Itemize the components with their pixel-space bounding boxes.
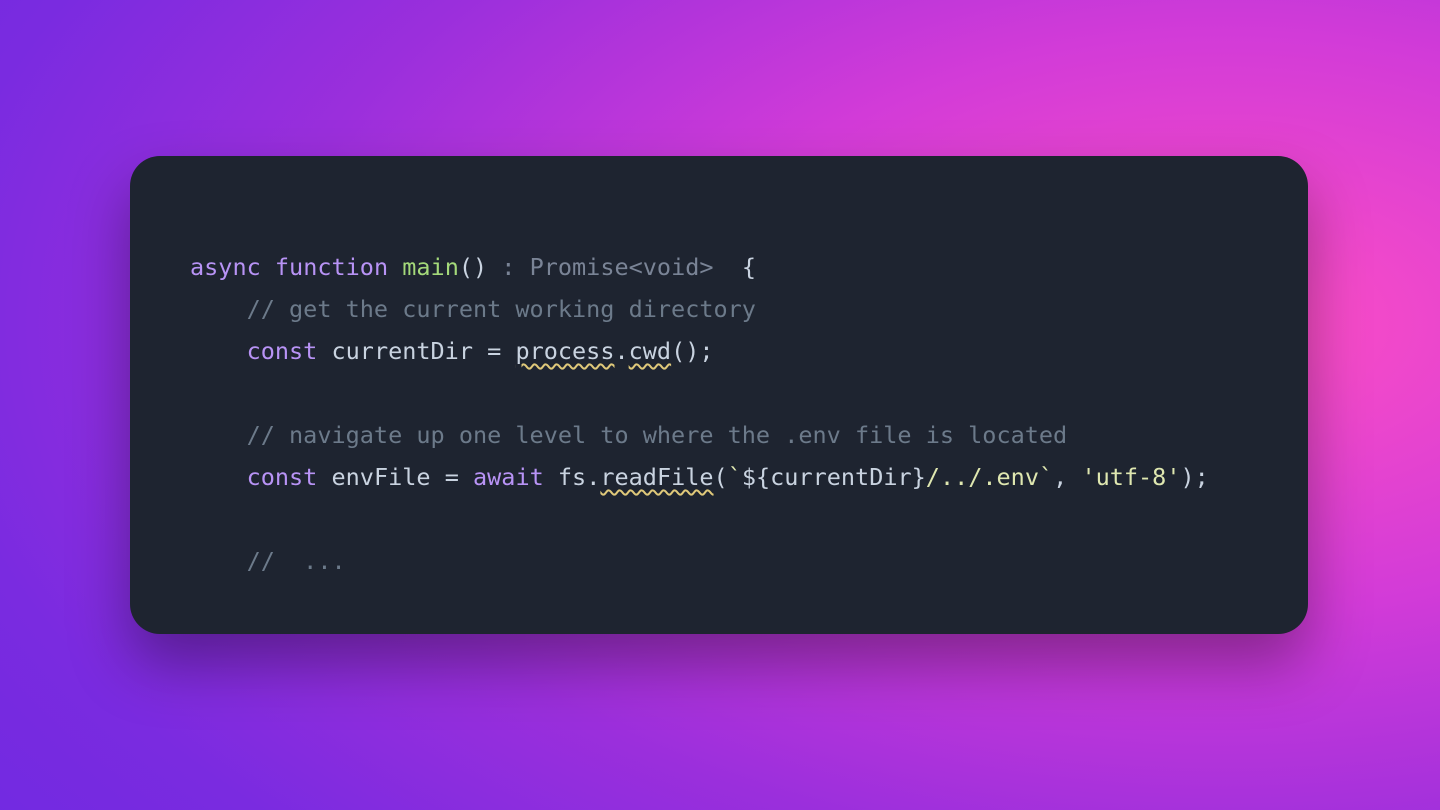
- space: [544, 463, 558, 491]
- backtick-open: `: [728, 463, 742, 491]
- open-brace: {: [714, 253, 756, 281]
- type-hint: Promise<void>: [530, 253, 714, 281]
- dot: .: [614, 337, 628, 365]
- comma: ,: [1053, 463, 1081, 491]
- tmpl-exp-ident: currentDir: [770, 463, 911, 491]
- variable: currentDir: [332, 337, 473, 365]
- method-readFile: readFile: [600, 463, 713, 491]
- parens: (): [459, 253, 487, 281]
- identifier-process: process: [515, 337, 614, 365]
- backtick-close: `: [1039, 463, 1053, 491]
- tmpl-rest: /../.env: [926, 463, 1039, 491]
- comment: // get the current working directory: [247, 295, 756, 323]
- type-hint-prefix: :: [487, 253, 529, 281]
- keyword-const: const: [247, 463, 318, 491]
- keyword-await: await: [473, 463, 544, 491]
- equals: =: [473, 337, 515, 365]
- paren-close: );: [1180, 463, 1208, 491]
- paren-open: (: [714, 463, 728, 491]
- tmpl-exp-open: ${: [742, 463, 770, 491]
- keyword-async: async: [190, 253, 261, 281]
- dot: .: [586, 463, 600, 491]
- tmpl-exp-close: }: [912, 463, 926, 491]
- equals: =: [431, 463, 473, 491]
- code-editor-panel: async function main() : Promise<void> { …: [130, 156, 1308, 634]
- variable: envFile: [332, 463, 431, 491]
- comment: // ...: [247, 547, 346, 575]
- keyword-function: function: [275, 253, 388, 281]
- comment: // navigate up one level to where the .e…: [247, 421, 1068, 449]
- identifier-fs: fs: [558, 463, 586, 491]
- function-name: main: [402, 253, 459, 281]
- keyword-const: const: [247, 337, 318, 365]
- code-block: async function main() : Promise<void> { …: [190, 246, 1248, 582]
- call-close: ();: [671, 337, 713, 365]
- method-cwd: cwd: [629, 337, 671, 365]
- string-arg: 'utf-8': [1081, 463, 1180, 491]
